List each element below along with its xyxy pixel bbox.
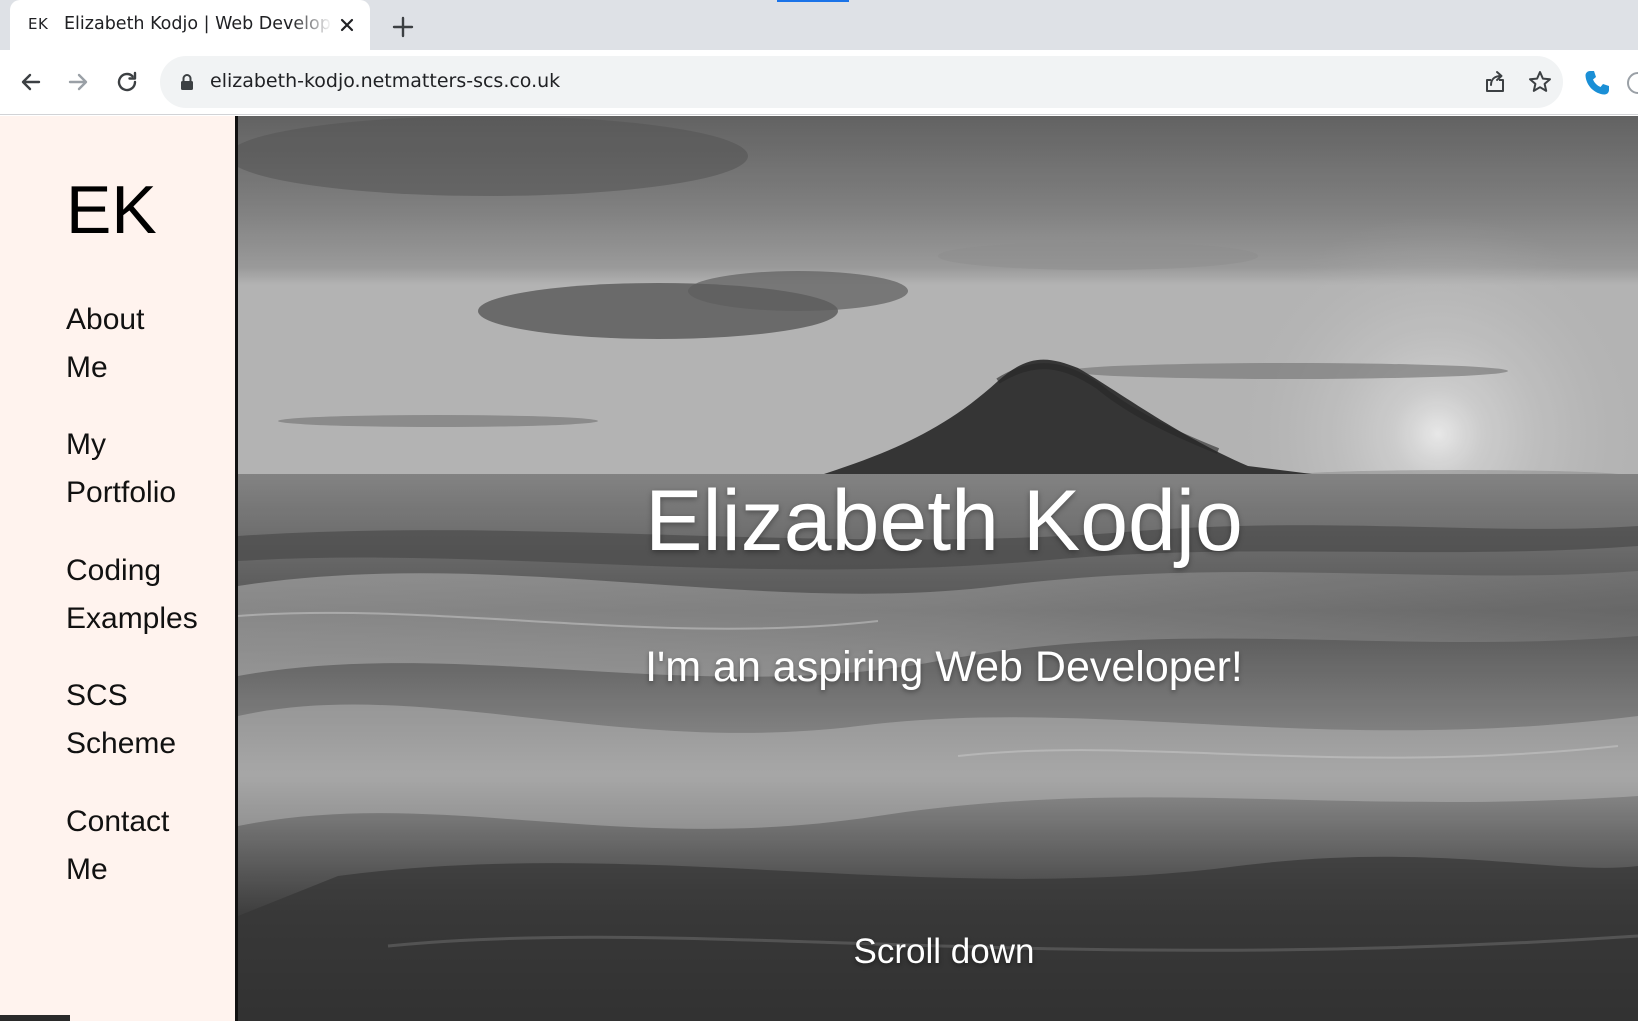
extension-icon[interactable]	[1624, 68, 1638, 98]
browser-tab-active[interactable]: EK Elizabeth Kodjo | Web Developer	[10, 0, 370, 50]
nav-item-label: About	[66, 303, 145, 336]
sidebar-nav: EK About Me My Portfolio Coding Examples…	[0, 116, 235, 1021]
address-bar[interactable]: elizabeth-kodjo.netmatters-scs.co.uk	[160, 56, 1563, 108]
site-logo[interactable]: EK	[66, 176, 157, 244]
nav-item-label: Portfolio	[66, 476, 177, 509]
favicon: EK	[28, 15, 49, 33]
nav-item-coding-examples[interactable]: Coding Examples	[66, 547, 226, 643]
nav-item-label: Examples	[66, 602, 198, 635]
scroll-down-link[interactable]: Scroll down	[238, 934, 1638, 969]
nav-item-label: SCS	[66, 679, 128, 712]
url-text[interactable]: elizabeth-kodjo.netmatters-scs.co.uk	[210, 70, 560, 92]
bottom-edge	[0, 1015, 70, 1021]
nav-item-contact-me[interactable]: Contact Me	[66, 798, 226, 894]
nav-item-scs-scheme[interactable]: SCS Scheme	[66, 672, 226, 768]
loading-indicator	[777, 0, 849, 2]
share-icon[interactable]	[1482, 69, 1508, 95]
bookmark-star-icon[interactable]	[1527, 69, 1553, 95]
nav-item-label: Me	[66, 853, 108, 886]
close-icon[interactable]	[336, 14, 358, 36]
web-page: EK About Me My Portfolio Coding Examples…	[0, 116, 1638, 1021]
nav-item-label: Scheme	[66, 727, 177, 760]
back-arrow-icon[interactable]	[17, 68, 45, 96]
nav-item-label: My	[66, 428, 106, 461]
hero-subtitle: I'm an aspiring Web Developer!	[645, 643, 1243, 691]
forward-arrow-icon[interactable]	[64, 68, 92, 96]
nav-item-label: Coding	[66, 554, 162, 587]
lock-icon[interactable]	[180, 73, 194, 91]
nav-item-label: Contact	[66, 805, 170, 838]
hero-section: Elizabeth Kodjo I'm an aspiring Web Deve…	[238, 116, 1638, 1021]
hero-title: Elizabeth Kodjo	[645, 473, 1243, 569]
browser-toolbar: elizabeth-kodjo.netmatters-scs.co.uk	[0, 50, 1638, 115]
phone-icon[interactable]	[1582, 68, 1612, 98]
tab-strip: EK Elizabeth Kodjo | Web Developer	[0, 0, 1638, 50]
reload-icon[interactable]	[113, 68, 141, 96]
nav-item-about-me[interactable]: About Me	[66, 296, 226, 392]
nav-item-my-portfolio[interactable]: My Portfolio	[66, 421, 226, 517]
nav-item-label: Me	[66, 351, 108, 384]
tab-title: Elizabeth Kodjo | Web Developer	[64, 14, 332, 34]
plus-icon[interactable]	[390, 14, 416, 40]
